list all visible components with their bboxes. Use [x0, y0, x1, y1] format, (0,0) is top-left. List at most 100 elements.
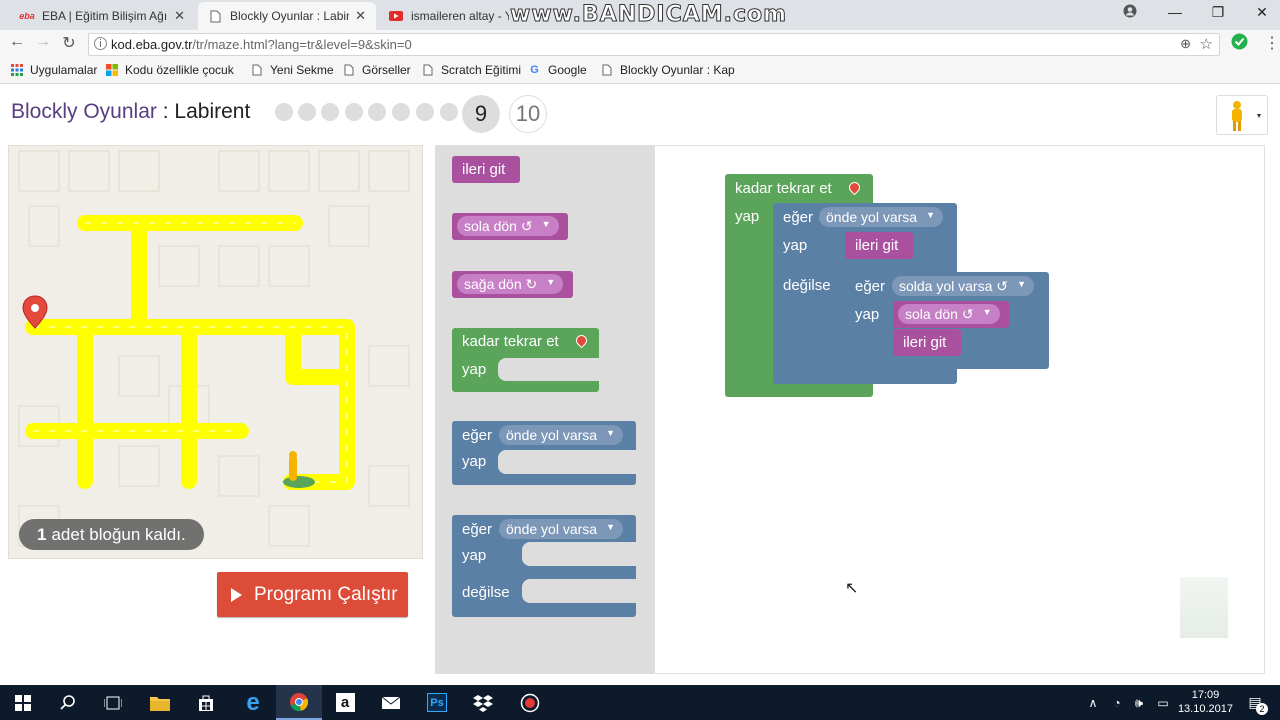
- toolbox-if-else-block[interactable]: eğer önde yol varsa ▼ yap değilse: [452, 515, 636, 617]
- back-icon[interactable]: ←: [7, 33, 27, 51]
- level-dot[interactable]: [275, 103, 293, 121]
- chevron-down-icon: ▼: [541, 219, 551, 229]
- app-name[interactable]: Blockly Oyunlar: [11, 100, 157, 123]
- pegman-icon: [1232, 101, 1261, 131]
- chevron-down-icon: ▼: [546, 277, 556, 287]
- system-clock[interactable]: 17:09 13.10.2017: [1178, 688, 1233, 716]
- bookmarks-bar: Uygulamalar Kodu özellikle çocukl Yeni S…: [0, 58, 1280, 84]
- blockly-workspace[interactable]: kadar tekrar et yap eğer önde yol varsa ▼…: [655, 145, 1265, 674]
- goal-pin-icon: [846, 179, 863, 196]
- level-button-current[interactable]: 9: [462, 95, 500, 133]
- volume-icon[interactable]: 🕪: [1128, 685, 1150, 720]
- amazon-icon[interactable]: a: [322, 685, 368, 720]
- close-window-icon[interactable]: ✕: [1252, 4, 1272, 24]
- store-icon[interactable]: [183, 685, 229, 720]
- level-dot[interactable]: [368, 103, 386, 121]
- dropbox-icon[interactable]: [460, 685, 506, 720]
- turn-left-dropdown[interactable]: sola dön ↺ ▼: [457, 216, 559, 236]
- zoom-icon[interactable]: ⊕: [1180, 36, 1191, 52]
- character-select-button[interactable]: [1216, 95, 1268, 135]
- close-icon[interactable]: ✕: [355, 8, 366, 24]
- maze-path: [25, 215, 355, 490]
- path-left-dropdown[interactable]: solda yol varsa ↺ ▼: [892, 276, 1034, 296]
- level-dot[interactable]: [440, 103, 458, 121]
- move-forward-block-2[interactable]: ileri git: [893, 329, 961, 356]
- menu-icon[interactable]: ⋮: [1262, 33, 1280, 53]
- edge-icon[interactable]: e: [230, 685, 276, 720]
- chevron-down-icon: ▼: [1017, 279, 1026, 289]
- apps-grid-icon: [10, 64, 23, 77]
- level-dot[interactable]: [321, 103, 339, 121]
- file-explorer-icon[interactable]: [137, 685, 183, 720]
- play-icon: [231, 587, 242, 602]
- page-title: Blockly Oyunlar : Labirent: [11, 100, 251, 123]
- profile-icon[interactable]: [1120, 4, 1140, 24]
- bookmark-kodu[interactable]: Kodu özellikle çocukl: [106, 63, 234, 77]
- search-icon[interactable]: [45, 685, 91, 720]
- bookmark-scratch[interactable]: Scratch Eğitimi: [421, 63, 521, 77]
- path-ahead-dropdown[interactable]: önde yol varsa ▼: [499, 519, 624, 539]
- toolbox-flyout: ileri git sola dön ↺ ▼ sağa dön ↻ ▼ kadar …: [435, 145, 655, 674]
- windows-taskbar: e a Ps ∧ ◔ 🕪 ▭ 17:09 13.10.2017 ▤ 2: [0, 685, 1280, 720]
- move-forward-block[interactable]: ileri git: [845, 232, 913, 259]
- page-icon: [342, 64, 355, 77]
- bookmark-new-tab[interactable]: Yeni Sekme: [250, 63, 334, 77]
- windows-icon: [106, 64, 118, 77]
- level-dot[interactable]: [345, 103, 363, 121]
- toolbox-turn-left-block[interactable]: sola dön ↺ ▼: [452, 213, 568, 240]
- bookmark-apps[interactable]: Uygulamalar: [10, 63, 97, 77]
- level-dot[interactable]: [298, 103, 316, 121]
- page-icon: [250, 64, 263, 77]
- bookmark-google[interactable]: G Google: [528, 63, 586, 77]
- start-button-icon[interactable]: [0, 685, 46, 720]
- bandicam-watermark: www.BANDICAM.com: [509, 2, 788, 28]
- reload-icon[interactable]: ↻: [59, 33, 79, 53]
- chevron-down-icon: ▼: [982, 307, 992, 317]
- forward-icon[interactable]: →: [33, 33, 53, 51]
- youtube-icon: [389, 9, 403, 23]
- tab-youtube[interactable]: ismaileren altay - YouTube: [379, 2, 519, 30]
- close-icon[interactable]: ✕: [174, 8, 185, 24]
- level-button-next[interactable]: 10: [509, 95, 547, 133]
- maze-map: [18, 150, 410, 547]
- bookmark-images[interactable]: Görseller: [342, 63, 411, 77]
- bookmark-star-icon[interactable]: ☆: [1200, 35, 1213, 53]
- pegman-character: [283, 451, 315, 488]
- chevron-up-icon[interactable]: ∧: [1082, 685, 1104, 720]
- path-ahead-dropdown[interactable]: önde yol varsa ▼: [499, 425, 624, 445]
- remaining-blocks-badge: 1 adet bloğun kaldı.: [19, 519, 204, 550]
- path-ahead-dropdown[interactable]: önde yol varsa ▼: [819, 207, 944, 227]
- photoshop-icon[interactable]: Ps: [414, 685, 460, 720]
- extension-check-icon[interactable]: [1229, 33, 1249, 55]
- battery-icon[interactable]: ▭: [1152, 685, 1174, 720]
- toolbox-if-block[interactable]: eğer önde yol varsa ▼ yap: [452, 421, 636, 485]
- toolbox-move-forward-block[interactable]: ileri git: [452, 156, 520, 183]
- chrome-icon[interactable]: [276, 685, 322, 720]
- turn-left-dropdown[interactable]: sola dön ↺ ▼: [898, 304, 1000, 324]
- page-icon: [600, 64, 613, 77]
- info-icon[interactable]: i: [94, 37, 107, 50]
- trashcan-icon[interactable]: [1180, 577, 1228, 638]
- bookmark-blockly[interactable]: Blockly Oyunlar : Kap: [600, 63, 735, 77]
- level-dot[interactable]: [416, 103, 434, 121]
- page-icon: [208, 9, 222, 23]
- tab-eba[interactable]: eba EBA | Eğitim Bilişim Ağı ✕: [10, 2, 195, 30]
- mail-icon[interactable]: [368, 685, 414, 720]
- tab-blockly[interactable]: Blockly Oyunlar : Labirent ✕: [198, 2, 376, 30]
- restore-icon[interactable]: ❐: [1208, 4, 1228, 24]
- turn-right-dropdown[interactable]: sağa dön ↻ ▼: [457, 274, 564, 294]
- toolbox-repeat-until-block[interactable]: kadar tekrar et yap: [452, 328, 599, 392]
- goal-pin-icon: [573, 332, 590, 349]
- toolbox-turn-right-block[interactable]: sağa dön ↻ ▼: [452, 271, 573, 298]
- address-bar[interactable]: i kod.eba.gov.tr/tr/maze.html?lang=tr&le…: [88, 33, 1220, 56]
- chevron-down-icon: ▼: [926, 210, 936, 220]
- network-icon[interactable]: ◔: [1106, 685, 1128, 720]
- notification-icon[interactable]: ▤ 2: [1238, 685, 1272, 720]
- bandicam-record-icon[interactable]: [507, 685, 553, 720]
- task-view-icon[interactable]: [90, 685, 136, 720]
- run-program-button[interactable]: Programı Çalıştır: [217, 572, 408, 617]
- turn-left-block[interactable]: sola dön ↺ ▼: [893, 301, 1009, 328]
- level-dot[interactable]: [392, 103, 410, 121]
- mouse-cursor-icon: ↖: [845, 580, 859, 597]
- minimize-icon[interactable]: —: [1165, 4, 1185, 24]
